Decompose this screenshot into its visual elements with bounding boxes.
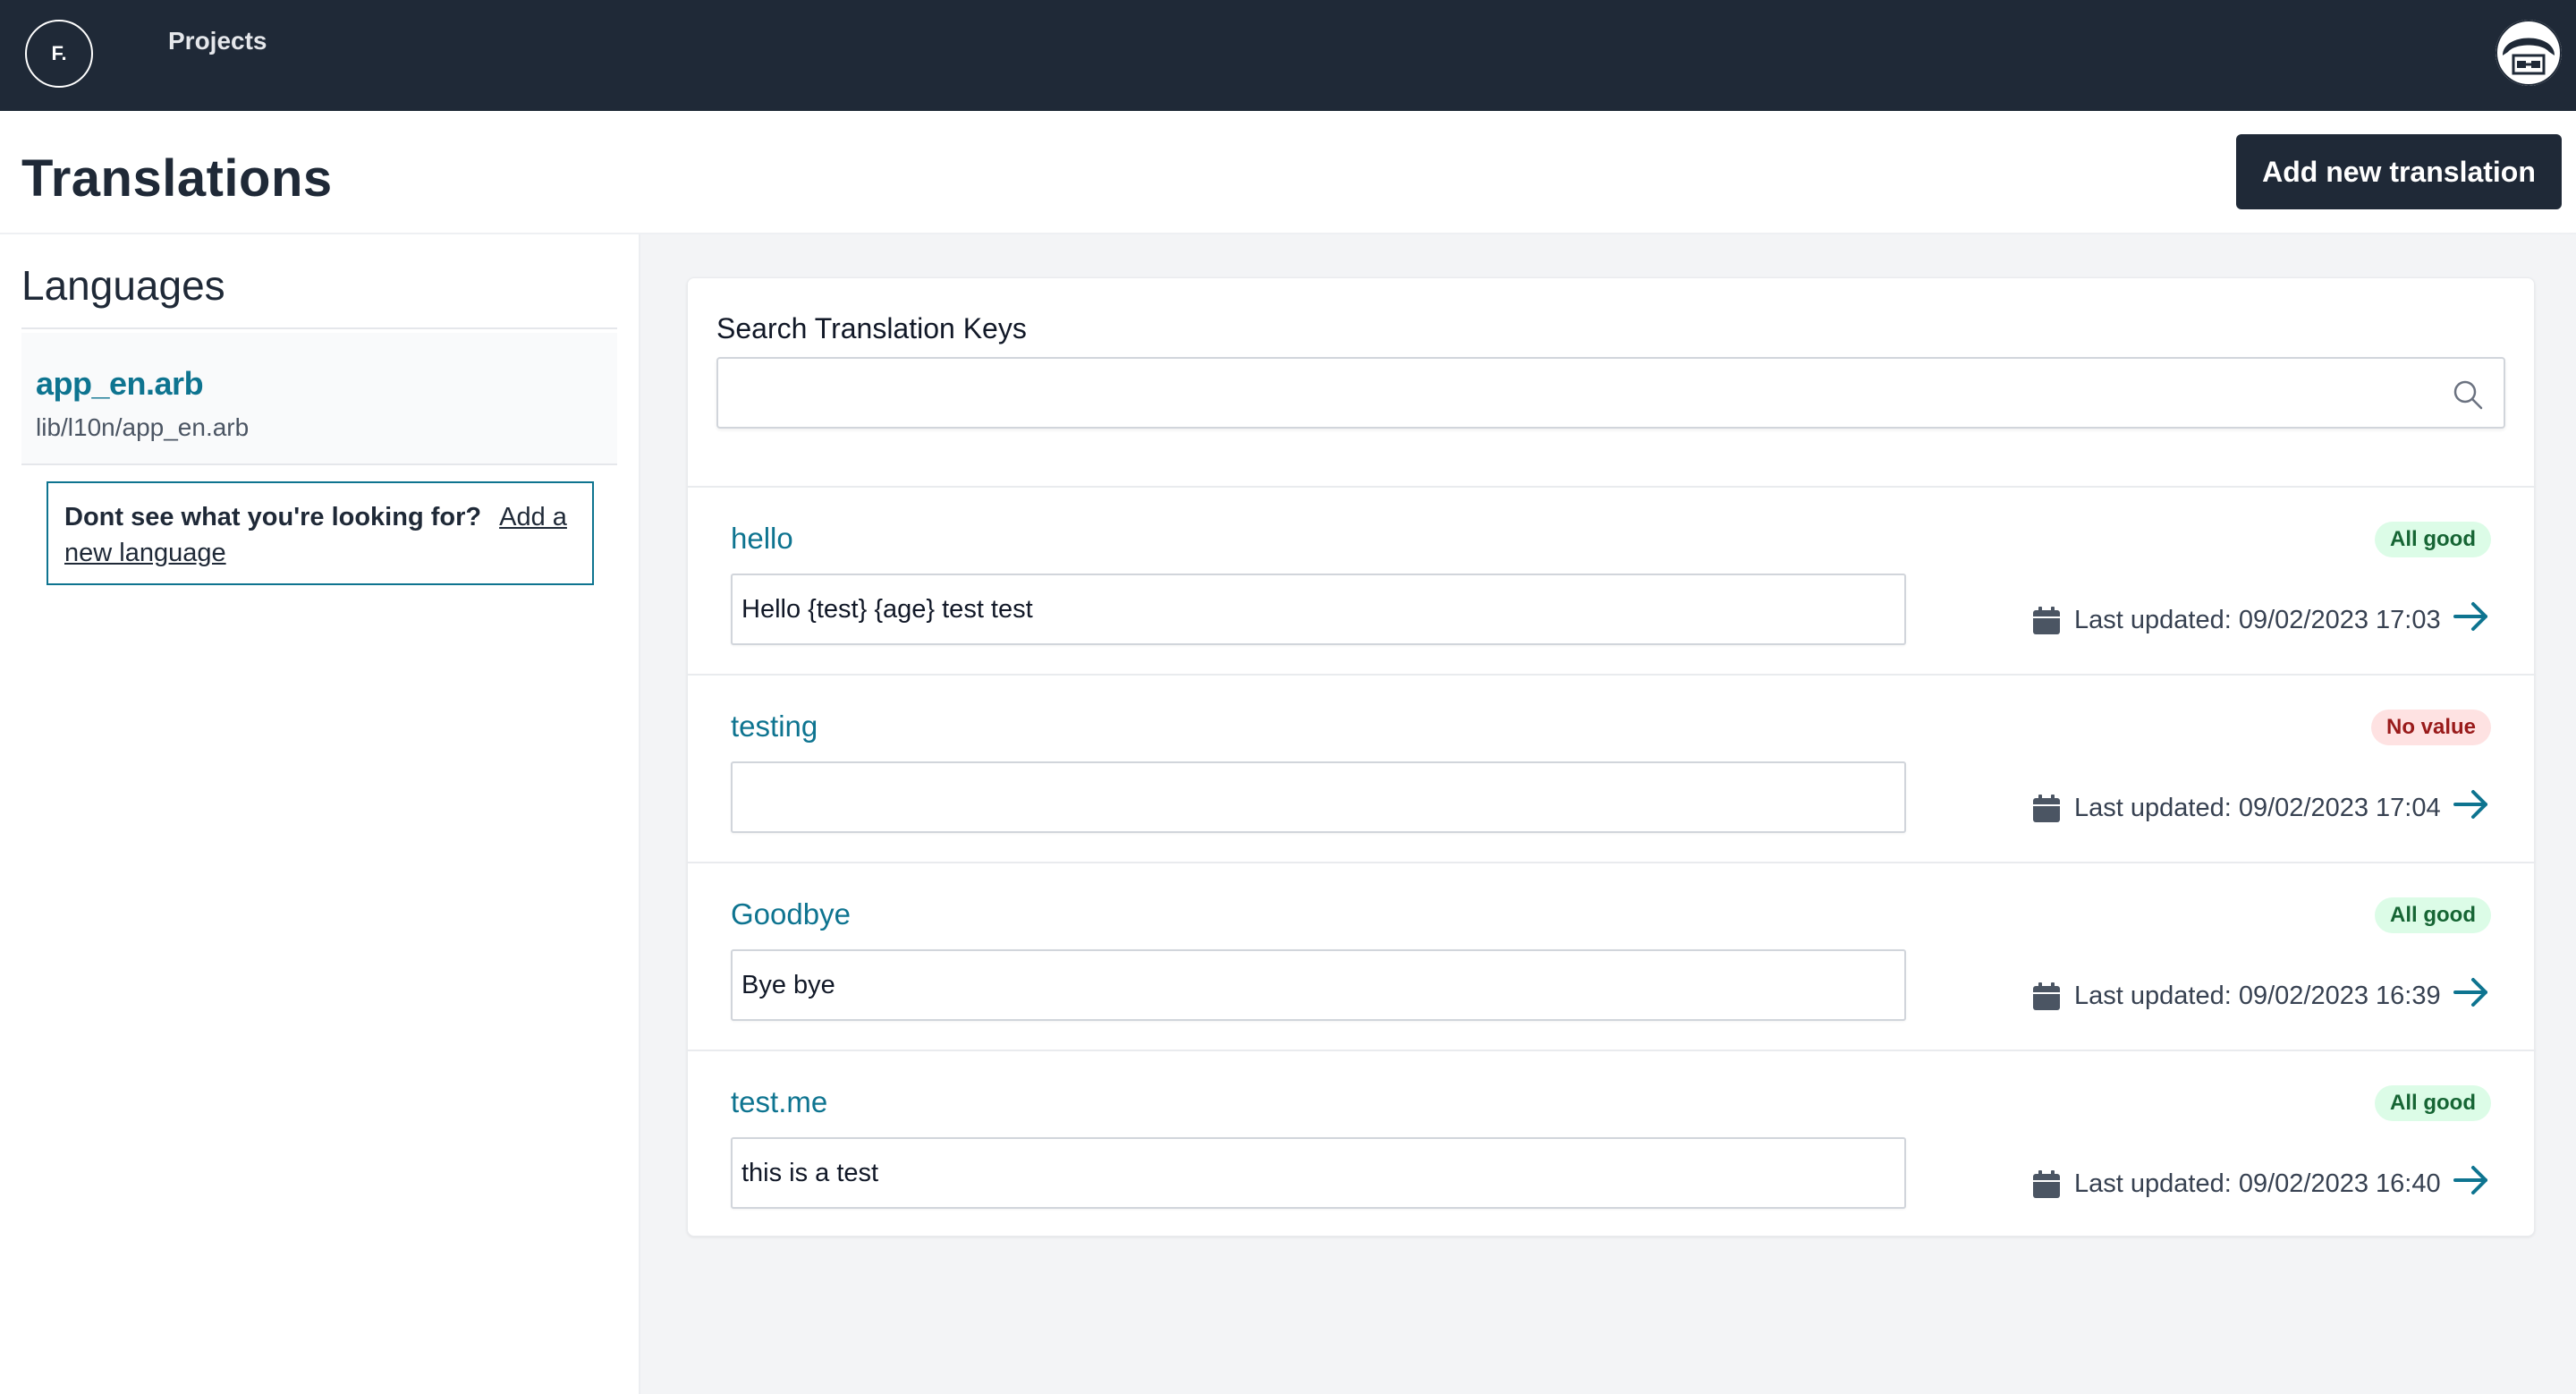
status-badge: All good xyxy=(2375,1085,2491,1121)
language-item-app-en[interactable]: app_en.arb lib/l10n/app_en.arb xyxy=(21,333,617,465)
arrow-right-icon[interactable] xyxy=(2450,971,2493,1014)
translation-row: test.me All good Last updated: 09/02/202… xyxy=(688,1050,2536,1237)
nav-projects-link[interactable]: Projects xyxy=(168,27,267,55)
translation-row: Goodbye All good Last updated: 09/02/202… xyxy=(688,862,2536,1050)
user-avatar[interactable] xyxy=(2496,20,2562,86)
main-content: Search Translation Keys hello All good L… xyxy=(640,234,2576,1394)
translation-key[interactable]: Goodbye xyxy=(731,897,851,931)
search-icon[interactable] xyxy=(2450,377,2486,412)
search-input[interactable] xyxy=(716,357,2505,429)
calendar-icon xyxy=(2033,607,2060,634)
calendar-icon xyxy=(2033,982,2060,1010)
search-label: Search Translation Keys xyxy=(716,312,1027,344)
top-navbar: F. Projects xyxy=(0,0,2576,111)
app-logo[interactable]: F. xyxy=(25,20,93,88)
status-badge: All good xyxy=(2375,897,2491,933)
add-language-prompt: Dont see what you're looking for? Add a n… xyxy=(47,481,594,585)
page-header: Translations Add new translation xyxy=(0,111,2576,234)
language-path: lib/l10n/app_en.arb xyxy=(36,413,250,441)
arrow-right-icon[interactable] xyxy=(2450,1159,2493,1202)
translation-value-input[interactable] xyxy=(731,761,1906,833)
translation-row: testing No value Last updated: 09/02/202… xyxy=(688,674,2536,862)
divider xyxy=(21,327,617,329)
languages-heading: Languages xyxy=(21,262,225,309)
language-name: app_en.arb xyxy=(36,365,204,402)
translation-key[interactable]: hello xyxy=(731,522,793,556)
arrow-right-icon[interactable] xyxy=(2450,783,2493,826)
status-badge: All good xyxy=(2375,522,2491,557)
translation-value-input[interactable] xyxy=(731,949,1906,1021)
languages-sidebar: Languages app_en.arb lib/l10n/app_en.arb… xyxy=(0,234,640,1394)
last-updated: Last updated: 09/02/2023 17:03 xyxy=(2074,606,2441,634)
translations-card: Search Translation Keys hello All good L… xyxy=(687,277,2536,1237)
last-updated: Last updated: 09/02/2023 16:40 xyxy=(2074,1169,2441,1198)
translation-value-input[interactable] xyxy=(731,574,1906,645)
avatar-icon xyxy=(2496,20,2562,86)
translation-value-input[interactable] xyxy=(731,1137,1906,1209)
last-updated: Last updated: 09/02/2023 17:04 xyxy=(2074,794,2441,822)
translation-key[interactable]: test.me xyxy=(731,1085,827,1119)
help-text: Dont see what you're looking for? xyxy=(64,503,482,531)
page-title: Translations xyxy=(21,149,333,208)
add-new-translation-button[interactable]: Add new translation xyxy=(2236,134,2562,209)
arrow-right-icon[interactable] xyxy=(2450,595,2493,638)
status-badge: No value xyxy=(2371,710,2491,745)
translation-row: hello All good Last updated: 09/02/2023 … xyxy=(688,486,2536,674)
calendar-icon xyxy=(2033,795,2060,822)
last-updated: Last updated: 09/02/2023 16:39 xyxy=(2074,982,2441,1010)
translation-key[interactable]: testing xyxy=(731,710,818,744)
calendar-icon xyxy=(2033,1170,2060,1198)
